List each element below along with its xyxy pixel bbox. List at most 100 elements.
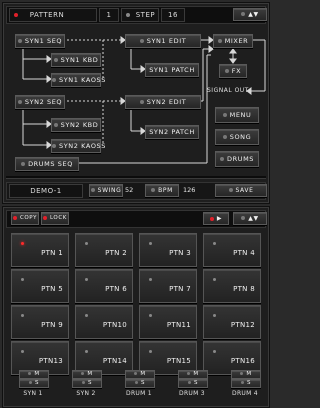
pattern-pad[interactable]: PTN12 — [203, 305, 261, 339]
syn2-patch-button[interactable]: SYN2 PATCH — [145, 125, 199, 139]
lock-button[interactable]: LOCK — [41, 212, 69, 225]
mute-button-label: M — [140, 371, 146, 377]
save-label: SAVE — [235, 187, 254, 194]
syn1-patch-button[interactable]: SYN1 PATCH — [145, 63, 199, 77]
syn1-edit-label: SYN1 EDIT — [146, 37, 187, 45]
syn2-seq-label: SYN2 SEQ — [24, 98, 63, 106]
pad-led-icon — [85, 314, 88, 317]
pad-led-icon — [85, 350, 88, 353]
mute-button[interactable]: M — [72, 370, 102, 379]
drums-seq-button[interactable]: DRUMS SEQ — [15, 157, 79, 171]
copy-label: COPY — [19, 215, 38, 221]
swing-button[interactable]: SWING — [89, 184, 123, 197]
syn2-kaoss-label: SYN2 KAOSS — [59, 142, 107, 150]
pad-label: PTN 9 — [41, 321, 63, 329]
solo-button[interactable]: S — [178, 379, 208, 388]
pattern-pad[interactable]: PTN 1 — [11, 233, 69, 267]
pad-led-icon — [213, 242, 216, 245]
syn2-kbd-button[interactable]: SYN2 KBD — [51, 118, 101, 132]
syn1-kbd-label: SYN1 KBD — [60, 56, 99, 64]
solo-button-label: S — [246, 380, 252, 386]
solo-button[interactable]: S — [125, 379, 155, 388]
play-button[interactable]: ▶ — [203, 212, 229, 225]
play-led-icon — [209, 216, 214, 221]
footer-bar: DEMO-1 SWING 52 BPM 126 SAVE — [6, 182, 267, 200]
syn1-kaoss-button[interactable]: SYN1 KAOSS — [51, 73, 105, 87]
pattern-pad[interactable]: PTN 8 — [203, 269, 261, 303]
solo-button[interactable]: S — [231, 379, 261, 388]
pattern-pad[interactable]: PTN 7 — [139, 269, 197, 303]
syn2-seq-dot-icon — [17, 99, 22, 104]
pad-led-icon — [213, 314, 216, 317]
mute-button-dot-icon — [28, 371, 32, 375]
pad-led-icon — [149, 242, 152, 245]
copy-button[interactable]: COPY — [11, 212, 39, 225]
pattern-pad[interactable]: PTN 3 — [139, 233, 197, 267]
syn2-patch-label: SYN2 PATCH — [149, 128, 195, 136]
mute-button-dot-icon — [81, 371, 85, 375]
mute-button[interactable]: M — [125, 370, 155, 379]
save-button[interactable]: SAVE — [215, 184, 267, 197]
pad-led-icon — [149, 350, 152, 353]
scroll-dot-icon — [241, 216, 246, 220]
bpm-button[interactable]: BPM — [145, 184, 179, 197]
pad-led-icon — [85, 242, 88, 245]
pattern-pad[interactable]: PTN 5 — [11, 269, 69, 303]
pad-led-icon — [85, 278, 88, 281]
pad-label: PTN 5 — [41, 285, 63, 293]
pattern-pad[interactable]: PTN 2 — [75, 233, 133, 267]
syn2-seq-button[interactable]: SYN2 SEQ — [15, 95, 65, 109]
pad-label: PTN10 — [102, 321, 127, 329]
channel-name: SYN 2 — [76, 390, 96, 397]
channel-name: DRUM 3 — [179, 390, 205, 397]
mute-button-label: M — [87, 371, 93, 377]
mixer-button[interactable]: MIXER — [213, 34, 253, 48]
mute-button[interactable]: M — [19, 370, 49, 379]
pad-label: PTN11 — [166, 321, 191, 329]
pattern-pad[interactable]: PTN 6 — [75, 269, 133, 303]
pattern-pad[interactable]: PTN 4 — [203, 233, 261, 267]
mute-button-label: M — [34, 371, 40, 377]
drums-seq-label: DRUMS SEQ — [28, 160, 73, 168]
song-name-display[interactable]: DEMO-1 — [9, 184, 83, 198]
pattern-scroll-button[interactable]: ▲▼ — [233, 212, 267, 225]
pattern-pad[interactable]: PTN 9 — [11, 305, 69, 339]
drums-button[interactable]: DRUMS — [215, 151, 259, 167]
fx-dot-icon — [224, 68, 229, 73]
mute-button-dot-icon — [187, 371, 191, 375]
mute-button-label: M — [193, 371, 199, 377]
pattern-pad[interactable]: PTN10 — [75, 305, 133, 339]
syn1-seq-button[interactable]: SYN1 SEQ — [15, 34, 65, 48]
pattern-toolbar: COPY LOCK ▶ ▲▼ — [6, 210, 267, 228]
syn2-kaoss-button[interactable]: SYN2 KAOSS — [51, 139, 105, 153]
fx-button[interactable]: FX — [219, 64, 247, 78]
solo-button-label: S — [87, 380, 93, 386]
pad-led-icon — [21, 242, 24, 245]
syn1-kaoss-dot-icon — [52, 77, 56, 82]
mute-button[interactable]: M — [231, 370, 261, 379]
solo-button[interactable]: S — [72, 379, 102, 388]
solo-button[interactable]: S — [19, 379, 49, 388]
syn1-kbd-button[interactable]: SYN1 KBD — [51, 53, 101, 67]
mute-button[interactable]: M — [178, 370, 208, 379]
pad-led-icon — [149, 278, 152, 281]
pattern-pad[interactable]: PTN11 — [139, 305, 197, 339]
routing-panel: PATTERN 1 STEP 16 ▲▼ SYN1 SEQ SYN1 KBD S… — [2, 2, 270, 204]
bpm-dot-icon — [151, 188, 156, 192]
syn2-edit-label: SYN2 EDIT — [146, 98, 187, 106]
menu-button[interactable]: MENU — [215, 107, 259, 123]
footer-divider — [6, 176, 266, 179]
swing-dot-icon — [90, 188, 95, 192]
song-button[interactable]: SONG — [215, 129, 259, 145]
bpm-value: 126 — [183, 186, 196, 194]
syn1-patch-label: SYN1 PATCH — [149, 66, 195, 74]
syn1-edit-button[interactable]: SYN1 EDIT — [125, 34, 201, 48]
solo-button-label: S — [34, 380, 40, 386]
pad-label: PTN16 — [230, 357, 255, 365]
solo-button-dot-icon — [134, 380, 138, 384]
syn2-edit-button[interactable]: SYN2 EDIT — [125, 95, 201, 109]
pad-label: PTN 6 — [105, 285, 127, 293]
swing-label: SWING — [97, 187, 122, 194]
channel-name: DRUM 4 — [232, 390, 258, 397]
pad-label: PTN 8 — [233, 285, 255, 293]
